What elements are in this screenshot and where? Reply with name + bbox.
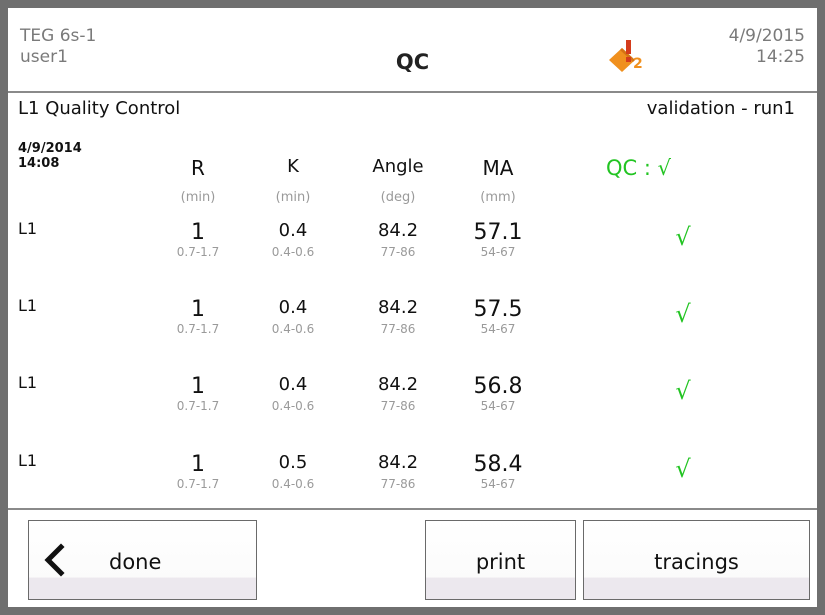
angle-value: 84.2	[377, 220, 419, 241]
angle-value: 84.2	[377, 452, 419, 473]
ma-value: 57.1	[473, 220, 523, 245]
check-icon: √	[675, 223, 691, 251]
angle-value: 84.2	[377, 374, 419, 395]
column-header-k: K	[287, 156, 299, 177]
footer-bar: done print tracings	[8, 508, 817, 607]
print-button[interactable]: print	[425, 520, 576, 600]
row-label: L1	[18, 451, 38, 470]
current-time: 14:25	[756, 47, 805, 67]
ma-range: 54-67	[480, 399, 516, 413]
k-value: 0.5	[278, 452, 308, 473]
r-range: 0.7-1.7	[176, 477, 220, 491]
ma-range: 54-67	[480, 322, 516, 336]
header-bar: TEG 6s-1 user1 QC 2 4/9/2015 14:25	[8, 8, 817, 93]
check-icon: √	[675, 300, 691, 328]
k-value: 0.4	[278, 220, 308, 241]
ma-value: 58.4	[473, 452, 523, 477]
column-unit-k: (min)	[275, 190, 311, 205]
r-value: 1	[191, 452, 205, 477]
r-value: 1	[191, 297, 205, 322]
r-value: 1	[191, 220, 205, 245]
angle-value: 84.2	[377, 297, 419, 318]
cartridge-warning-icon[interactable]: 2	[606, 38, 656, 74]
column-header-ma: MA	[482, 156, 514, 180]
k-range: 0.4-0.6	[271, 245, 315, 259]
r-value: 1	[191, 374, 205, 399]
r-range: 0.7-1.7	[176, 322, 220, 336]
column-header-angle: Angle	[372, 156, 424, 177]
run-name: validation - run1	[646, 98, 795, 119]
device-name: TEG 6s-1	[20, 26, 97, 46]
column-unit-r: (min)	[180, 190, 216, 205]
k-range: 0.4-0.6	[271, 399, 315, 413]
ma-value: 57.5	[473, 297, 523, 322]
page-title: QC	[395, 50, 430, 74]
column-header-r: R	[191, 156, 205, 180]
tracings-label: tracings	[654, 550, 739, 574]
qc-level-title: L1 Quality Control	[18, 98, 181, 119]
k-value: 0.4	[278, 374, 308, 395]
alert-badge: 2	[633, 56, 643, 72]
test-date: 4/9/2014	[18, 141, 82, 156]
done-button[interactable]: done	[28, 520, 257, 600]
angle-range: 77-86	[380, 245, 416, 259]
check-icon: √	[675, 455, 691, 483]
qc-status: QC : √	[606, 156, 671, 180]
check-icon: √	[675, 377, 691, 405]
k-range: 0.4-0.6	[271, 322, 315, 336]
ma-range: 54-67	[480, 245, 516, 259]
angle-range: 77-86	[380, 322, 416, 336]
column-unit-angle: (deg)	[380, 190, 416, 205]
row-label: L1	[18, 296, 38, 315]
ma-value: 56.8	[473, 374, 523, 399]
angle-range: 77-86	[380, 477, 416, 491]
current-date: 4/9/2015	[728, 26, 805, 46]
r-range: 0.7-1.7	[176, 399, 220, 413]
k-value: 0.4	[278, 297, 308, 318]
date-time: 4/9/2015 14:25	[729, 26, 805, 68]
ma-range: 54-67	[480, 477, 516, 491]
test-time: 14:08	[18, 156, 60, 171]
test-datetime: 4/9/2014 14:08	[18, 141, 82, 171]
column-unit-ma: (mm)	[480, 190, 516, 205]
chevron-left-icon	[44, 543, 65, 577]
tracings-button[interactable]: tracings	[583, 520, 810, 600]
row-label: L1	[18, 219, 38, 238]
r-range: 0.7-1.7	[176, 245, 220, 259]
k-range: 0.4-0.6	[271, 477, 315, 491]
angle-range: 77-86	[380, 399, 416, 413]
print-label: print	[475, 550, 526, 574]
qc-screen: TEG 6s-1 user1 QC 2 4/9/2015 14:25 L1 Qu…	[8, 8, 817, 607]
done-label: done	[109, 550, 162, 574]
row-label: L1	[18, 373, 38, 392]
